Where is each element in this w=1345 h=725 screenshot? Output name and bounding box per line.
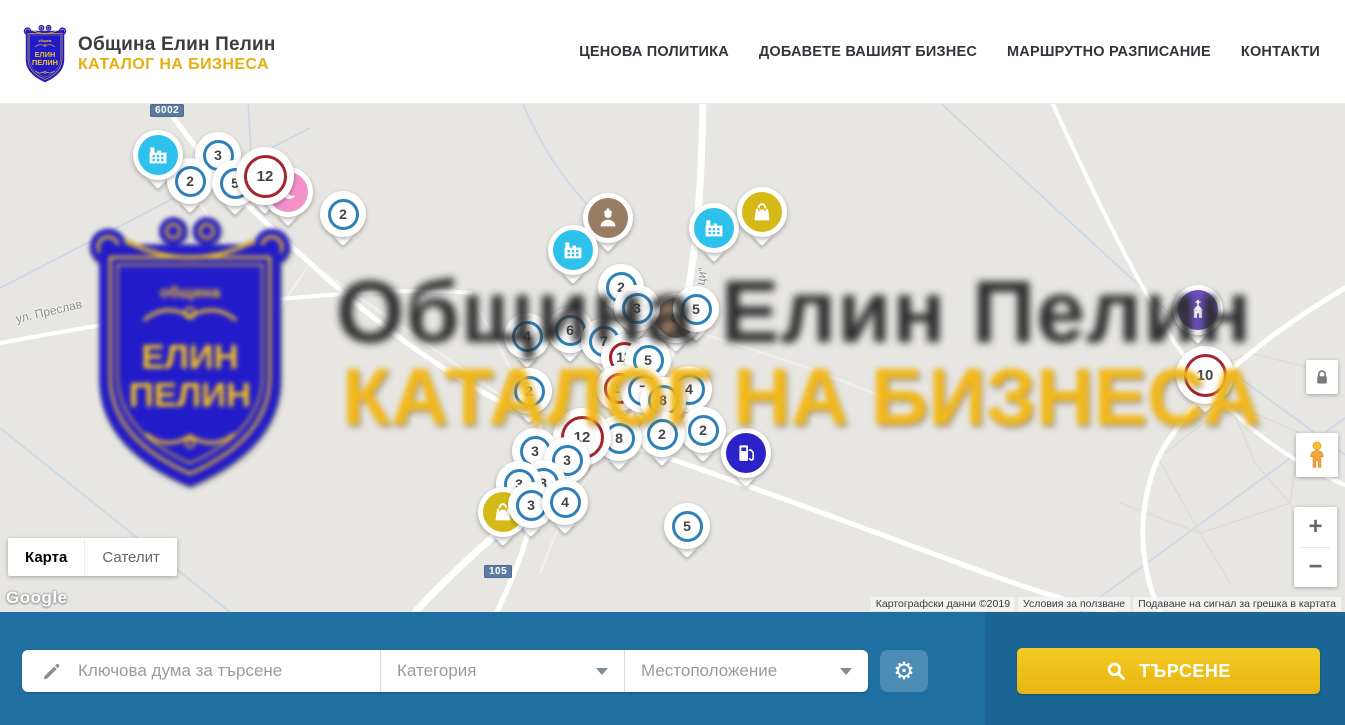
nav-item-pricing[interactable]: ЦЕНОВА ПОЛИТИКА [579, 44, 729, 60]
street-view-pegman[interactable] [1296, 433, 1338, 477]
google-logo[interactable]: Google [6, 588, 68, 608]
category-dropdown[interactable]: Категория [380, 650, 624, 692]
svg-text:община: община [39, 39, 52, 43]
gear-icon: ⚙ [893, 659, 915, 683]
attribution-terms-link[interactable]: Условия за ползване [1018, 597, 1130, 611]
map-markers-layer: 325122 235467135221748228123383 34 5 10 [0, 103, 1345, 612]
location-dropdown[interactable]: Местоположение [624, 650, 868, 692]
map-marker-factory-icon[interactable] [548, 225, 598, 275]
zoom-control: + − [1294, 507, 1337, 587]
map-cluster-marker[interactable]: 5 [673, 286, 719, 332]
municipality-shield-logo: община ЕЛИН ПЕЛИН [22, 24, 68, 84]
nav-item-add-business[interactable]: ДОБАВЕТЕ ВАШИЯТ БИЗНЕС [759, 44, 977, 60]
lock-icon [1312, 367, 1332, 387]
map-cluster-marker[interactable]: 2 [320, 191, 366, 237]
svg-text:ЕЛИН: ЕЛИН [35, 50, 56, 59]
map-type-control: Карта Сателит [8, 538, 177, 576]
map-cluster-marker[interactable]: 2 [639, 411, 685, 457]
map-cluster-marker[interactable]: 4 [504, 313, 550, 359]
map-cluster-marker[interactable]: 2 [506, 368, 552, 414]
map-cluster-marker[interactable]: 5 [664, 503, 710, 549]
map-marker-factory-icon[interactable] [689, 203, 739, 253]
page: община ЕЛИН ПЕЛИН Община Елин Пелин КАТА… [0, 0, 1345, 725]
map-cluster-marker[interactable]: 10 [1176, 346, 1234, 404]
attribution-map-data: Картографски данни ©2019 [871, 597, 1015, 611]
map-marker-church-icon[interactable] [1173, 285, 1223, 335]
category-dropdown-label: Категория [397, 661, 476, 681]
pegman-icon [1304, 440, 1330, 470]
zoom-out-button[interactable]: − [1294, 548, 1337, 588]
pencil-icon [42, 661, 62, 681]
search-button-label: ТЪРСЕНЕ [1139, 661, 1231, 682]
site-subtitle: КАТАЛОГ НА БИЗНЕСА [78, 56, 276, 74]
map-marker-fuel-icon[interactable] [721, 428, 771, 478]
map-marker-factory-icon[interactable] [133, 130, 183, 180]
svg-text:ПЕЛИН: ПЕЛИН [32, 58, 58, 67]
map-type-map-button[interactable]: Карта [8, 538, 84, 576]
nav-item-route-schedule[interactable]: МАРШРУТНО РАЗПИСАНИЕ [1007, 44, 1211, 60]
chevron-down-icon [596, 668, 608, 675]
search-icon [1106, 661, 1127, 682]
map-cluster-marker[interactable]: 12 [236, 147, 294, 205]
map-marker-bag-icon[interactable] [737, 187, 787, 237]
map-attribution: Картографски данни ©2019 Условия за полз… [871, 597, 1341, 611]
attribution-report-error-link[interactable]: Подаване на сигнал за грешка в картата [1133, 597, 1341, 611]
search-button[interactable]: ТЪРСЕНЕ [1017, 648, 1320, 694]
header: община ЕЛИН ПЕЛИН Община Елин Пелин КАТА… [0, 0, 1345, 104]
map-type-satellite-button[interactable]: Сателит [84, 538, 177, 576]
zoom-in-button[interactable]: + [1294, 507, 1337, 547]
keyword-search-input[interactable] [76, 660, 380, 682]
map-cluster-marker[interactable]: 2 [680, 407, 726, 453]
brand[interactable]: община ЕЛИН ПЕЛИН Община Елин Пелин КАТА… [22, 24, 276, 84]
chevron-down-icon [840, 668, 852, 675]
map-cluster-marker[interactable]: 4 [542, 479, 588, 525]
map-cluster-marker[interactable]: 3 [614, 285, 660, 331]
location-dropdown-label: Местоположение [641, 661, 777, 681]
nav-item-contacts[interactable]: КОНТАКТИ [1241, 44, 1320, 60]
advanced-settings-button[interactable]: ⚙ [880, 650, 928, 692]
lock-button[interactable] [1306, 360, 1338, 394]
google-map[interactable]: ул. Преславбул. „Новоселци“ци“6002105 32… [0, 103, 1345, 612]
site-title: Община Елин Пелин [78, 34, 276, 56]
search-bar: Категория Местоположение ⚙ ТЪРСЕНЕ [0, 612, 1345, 725]
search-fields-bar: Категория Местоположение [22, 650, 868, 692]
main-nav: ЦЕНОВА ПОЛИТИКА ДОБАВЕТЕ ВАШИЯТ БИЗНЕС М… [579, 0, 1320, 103]
keyword-field[interactable] [22, 650, 380, 692]
